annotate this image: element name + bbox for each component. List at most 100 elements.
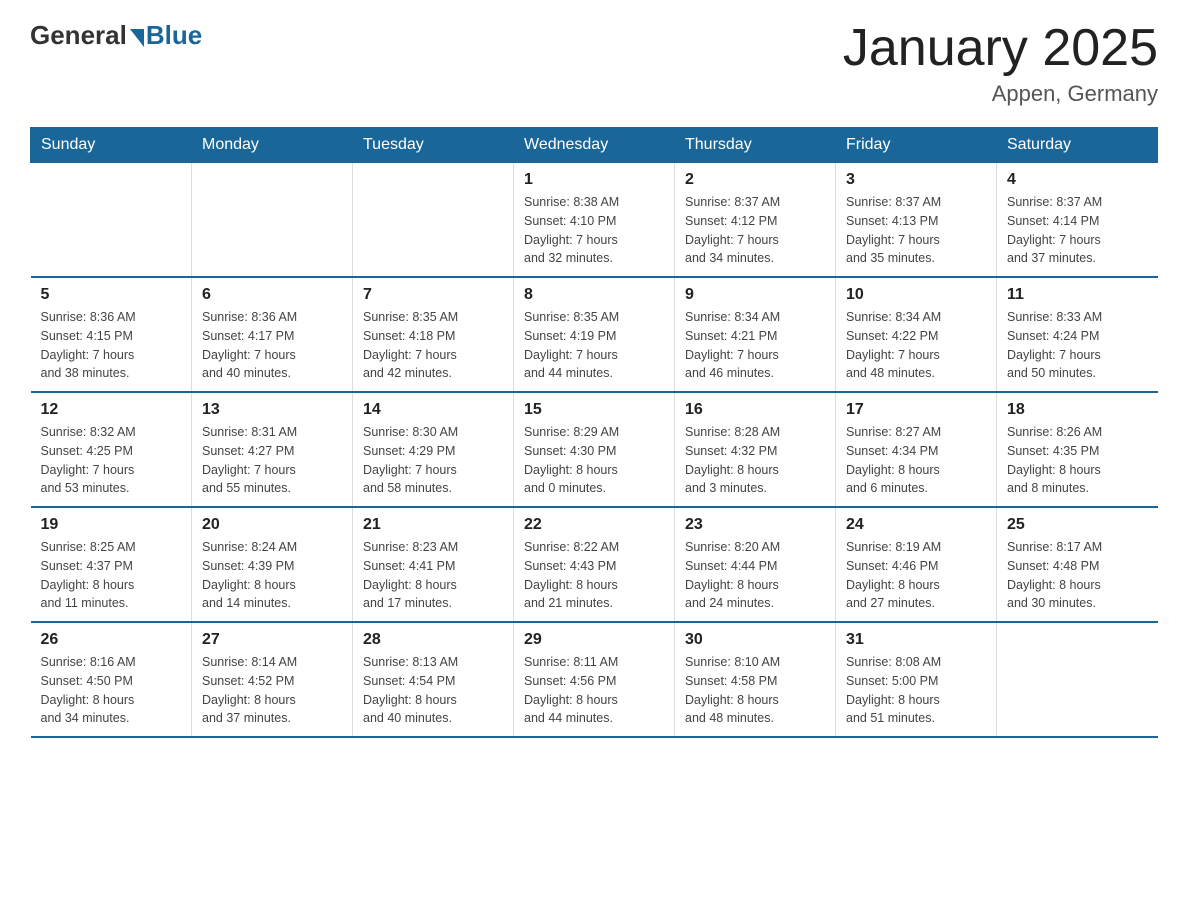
day-number: 10 [846, 286, 986, 304]
header-row: SundayMondayTuesdayWednesdayThursdayFrid… [31, 128, 1158, 163]
day-cell: 29 Sunrise: 8:11 AM Sunset: 4:56 PM Dayli… [514, 622, 675, 737]
day-number: 22 [524, 516, 664, 534]
day-number: 4 [1007, 171, 1148, 189]
day-cell: 4 Sunrise: 8:37 AM Sunset: 4:14 PM Daylig… [997, 163, 1158, 278]
day-number: 31 [846, 631, 986, 649]
week-row-4: 19 Sunrise: 8:25 AM Sunset: 4:37 PM Dayli… [31, 507, 1158, 622]
day-info: Sunrise: 8:24 AM Sunset: 4:39 PM Dayligh… [202, 538, 342, 613]
title-area: January 2025 Appen, Germany [843, 20, 1158, 107]
day-number: 12 [41, 401, 182, 419]
day-cell: 28 Sunrise: 8:13 AM Sunset: 4:54 PM Dayli… [353, 622, 514, 737]
day-info: Sunrise: 8:30 AM Sunset: 4:29 PM Dayligh… [363, 423, 503, 498]
day-number: 11 [1007, 286, 1148, 304]
day-info: Sunrise: 8:37 AM Sunset: 4:12 PM Dayligh… [685, 193, 825, 268]
day-cell: 10Sunrise: 8:34 AM Sunset: 4:22 PM Dayli… [836, 277, 997, 392]
calendar-subtitle: Appen, Germany [843, 81, 1158, 107]
week-row-1: 1 Sunrise: 8:38 AM Sunset: 4:10 PM Daylig… [31, 163, 1158, 278]
header-cell-monday: Monday [192, 128, 353, 163]
logo: General Blue [30, 20, 202, 51]
day-number: 28 [363, 631, 503, 649]
day-cell: 17 Sunrise: 8:27 AM Sunset: 4:34 PM Dayli… [836, 392, 997, 507]
day-info: Sunrise: 8:08 AM Sunset: 5:00 PM Dayligh… [846, 653, 986, 728]
day-cell: 13 Sunrise: 8:31 AM Sunset: 4:27 PM Dayli… [192, 392, 353, 507]
day-info: Sunrise: 8:31 AM Sunset: 4:27 PM Dayligh… [202, 423, 342, 498]
day-info: Sunrise: 8:32 AM Sunset: 4:25 PM Dayligh… [41, 423, 182, 498]
day-number: 20 [202, 516, 342, 534]
day-info: Sunrise: 8:16 AM Sunset: 4:50 PM Dayligh… [41, 653, 182, 728]
header-cell-friday: Friday [836, 128, 997, 163]
day-number: 13 [202, 401, 342, 419]
day-number: 25 [1007, 516, 1148, 534]
logo-triangle-icon [130, 29, 144, 47]
day-info: Sunrise: 8:36 AM Sunset: 4:17 PM Dayligh… [202, 308, 342, 383]
day-cell: 5 Sunrise: 8:36 AM Sunset: 4:15 PM Daylig… [31, 277, 192, 392]
day-cell [997, 622, 1158, 737]
day-number: 17 [846, 401, 986, 419]
day-cell: 6 Sunrise: 8:36 AM Sunset: 4:17 PM Daylig… [192, 277, 353, 392]
header-cell-tuesday: Tuesday [353, 128, 514, 163]
logo-blue-text: Blue [146, 20, 202, 51]
day-cell: 15 Sunrise: 8:29 AM Sunset: 4:30 PM Dayli… [514, 392, 675, 507]
day-number: 15 [524, 401, 664, 419]
day-number: 2 [685, 171, 825, 189]
day-cell: 25 Sunrise: 8:17 AM Sunset: 4:48 PM Dayli… [997, 507, 1158, 622]
week-row-3: 12 Sunrise: 8:32 AM Sunset: 4:25 PM Dayli… [31, 392, 1158, 507]
header-cell-wednesday: Wednesday [514, 128, 675, 163]
day-info: Sunrise: 8:17 AM Sunset: 4:48 PM Dayligh… [1007, 538, 1148, 613]
calendar-title: January 2025 [843, 20, 1158, 77]
day-number: 1 [524, 171, 664, 189]
day-number: 26 [41, 631, 182, 649]
day-cell: 2 Sunrise: 8:37 AM Sunset: 4:12 PM Daylig… [675, 163, 836, 278]
day-info: Sunrise: 8:35 AM Sunset: 4:19 PM Dayligh… [524, 308, 664, 383]
day-info: Sunrise: 8:27 AM Sunset: 4:34 PM Dayligh… [846, 423, 986, 498]
day-number: 7 [363, 286, 503, 304]
day-number: 3 [846, 171, 986, 189]
day-number: 19 [41, 516, 182, 534]
day-info: Sunrise: 8:10 AM Sunset: 4:58 PM Dayligh… [685, 653, 825, 728]
week-row-5: 26 Sunrise: 8:16 AM Sunset: 4:50 PM Dayli… [31, 622, 1158, 737]
day-cell: 22 Sunrise: 8:22 AM Sunset: 4:43 PM Dayli… [514, 507, 675, 622]
day-info: Sunrise: 8:29 AM Sunset: 4:30 PM Dayligh… [524, 423, 664, 498]
week-row-2: 5 Sunrise: 8:36 AM Sunset: 4:15 PM Daylig… [31, 277, 1158, 392]
day-cell: 7 Sunrise: 8:35 AM Sunset: 4:18 PM Daylig… [353, 277, 514, 392]
day-cell: 19 Sunrise: 8:25 AM Sunset: 4:37 PM Dayli… [31, 507, 192, 622]
day-number: 24 [846, 516, 986, 534]
day-cell: 8 Sunrise: 8:35 AM Sunset: 4:19 PM Daylig… [514, 277, 675, 392]
day-info: Sunrise: 8:22 AM Sunset: 4:43 PM Dayligh… [524, 538, 664, 613]
day-info: Sunrise: 8:23 AM Sunset: 4:41 PM Dayligh… [363, 538, 503, 613]
day-cell: 21 Sunrise: 8:23 AM Sunset: 4:41 PM Dayli… [353, 507, 514, 622]
logo-general-text: General [30, 20, 127, 51]
day-cell: 14 Sunrise: 8:30 AM Sunset: 4:29 PM Dayli… [353, 392, 514, 507]
day-number: 16 [685, 401, 825, 419]
day-number: 5 [41, 286, 182, 304]
day-number: 8 [524, 286, 664, 304]
day-info: Sunrise: 8:25 AM Sunset: 4:37 PM Dayligh… [41, 538, 182, 613]
header-cell-sunday: Sunday [31, 128, 192, 163]
day-number: 6 [202, 286, 342, 304]
day-info: Sunrise: 8:26 AM Sunset: 4:35 PM Dayligh… [1007, 423, 1148, 498]
day-number: 29 [524, 631, 664, 649]
header-cell-thursday: Thursday [675, 128, 836, 163]
day-cell: 27Sunrise: 8:14 AM Sunset: 4:52 PM Dayli… [192, 622, 353, 737]
day-cell: 16 Sunrise: 8:28 AM Sunset: 4:32 PM Dayli… [675, 392, 836, 507]
day-info: Sunrise: 8:28 AM Sunset: 4:32 PM Dayligh… [685, 423, 825, 498]
day-info: Sunrise: 8:35 AM Sunset: 4:18 PM Dayligh… [363, 308, 503, 383]
day-cell: 24 Sunrise: 8:19 AM Sunset: 4:46 PM Dayli… [836, 507, 997, 622]
calendar-table: SundayMondayTuesdayWednesdayThursdayFrid… [30, 127, 1158, 738]
header-cell-saturday: Saturday [997, 128, 1158, 163]
day-info: Sunrise: 8:11 AM Sunset: 4:56 PM Dayligh… [524, 653, 664, 728]
day-number: 18 [1007, 401, 1148, 419]
day-info: Sunrise: 8:19 AM Sunset: 4:46 PM Dayligh… [846, 538, 986, 613]
day-info: Sunrise: 8:13 AM Sunset: 4:54 PM Dayligh… [363, 653, 503, 728]
day-cell: 11Sunrise: 8:33 AM Sunset: 4:24 PM Dayli… [997, 277, 1158, 392]
day-cell: 3Sunrise: 8:37 AM Sunset: 4:13 PM Daylig… [836, 163, 997, 278]
page-header: General Blue January 2025 Appen, Germany [30, 20, 1158, 107]
day-number: 14 [363, 401, 503, 419]
day-number: 21 [363, 516, 503, 534]
day-cell: 18 Sunrise: 8:26 AM Sunset: 4:35 PM Dayli… [997, 392, 1158, 507]
day-info: Sunrise: 8:37 AM Sunset: 4:14 PM Dayligh… [1007, 193, 1148, 268]
day-info: Sunrise: 8:36 AM Sunset: 4:15 PM Dayligh… [41, 308, 182, 383]
day-info: Sunrise: 8:14 AM Sunset: 4:52 PM Dayligh… [202, 653, 342, 728]
day-info: Sunrise: 8:38 AM Sunset: 4:10 PM Dayligh… [524, 193, 664, 268]
day-number: 23 [685, 516, 825, 534]
